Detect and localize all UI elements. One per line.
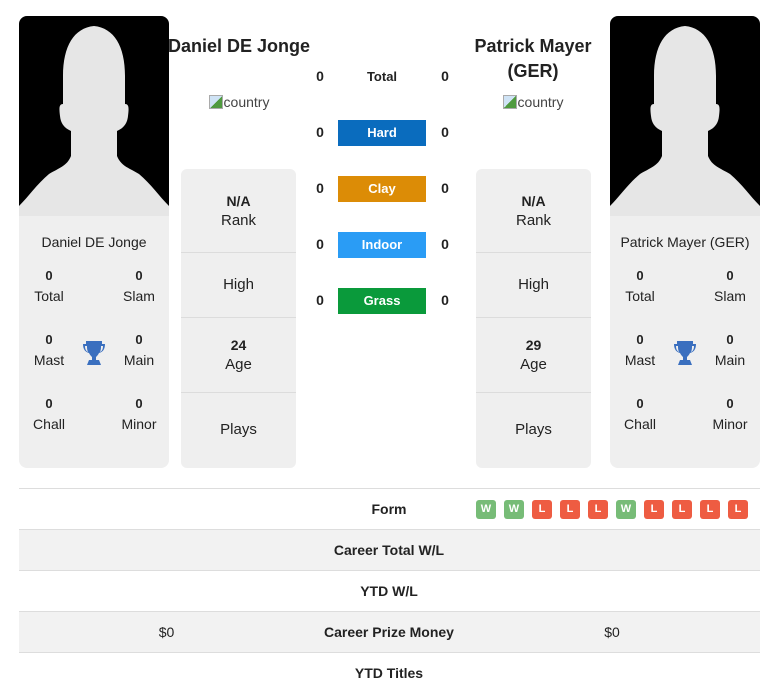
titles-total: 0 Total [625,268,655,304]
high-cell: High [181,253,296,318]
surface-left-value: 0 [316,292,324,308]
titles-mast: 0 Mast [624,332,656,368]
player-card-name: Patrick Mayer (GER) [620,234,750,250]
titles-grid: 0 Total 0 Slam 0 Mast 0 Main 0 Chall 0 Minor [19,262,169,462]
player-info-right: N/A Rank High 29 Age Plays [476,169,591,468]
table-row: Career Total W/L [19,530,760,571]
right-value: $0 [604,624,620,640]
form-result-win: W [504,500,524,519]
surface-row-grass: 0 Grass 0 [310,288,456,314]
surface-left-value: 0 [316,124,324,140]
form-result-loss: L [700,500,720,519]
age-cell: 24 Age [181,318,296,393]
titles-chall: 0 Chall [624,396,656,432]
table-row-form: Form WWLLLWLLLL [19,489,760,530]
titles-total: 0 Total [34,268,64,304]
form-result-win: W [476,500,496,519]
form-result-loss: L [672,500,692,519]
table-row: YTD W/L [19,571,760,612]
form-result-loss: L [728,500,748,519]
surface-badge-hard[interactable]: Hard [338,120,426,146]
surface-right-value: 0 [441,124,449,140]
titles-minor: 0 Minor [121,396,157,432]
surface-badge-indoor[interactable]: Indoor [338,232,426,258]
titles-chall: 0 Chall [33,396,65,432]
surface-left-value: 0 [316,68,324,84]
comparison-table: Form WWLLLWLLLL Career Total W/L YTD W/L… [19,488,760,694]
surface-badge-clay[interactable]: Clay [338,176,426,202]
broken-image-icon [502,95,517,109]
titles-main: 0 Main [714,332,746,368]
surface-right-value: 0 [441,68,449,84]
titles-mast: 0 Mast [33,332,65,368]
form-result-loss: L [588,500,608,519]
age-cell: 29 Age [476,318,591,393]
surface-badge-grass[interactable]: Grass [338,288,426,314]
player-silhouette-icon [610,26,760,216]
surface-row-hard: 0 Hard 0 [310,120,456,146]
form-result-loss: L [560,500,580,519]
player-card-left: Daniel DE Jonge 0 Total 0 Slam 0 Mast 0 Main… [19,16,169,468]
titles-slam: 0 Slam [714,268,746,304]
left-value: $0 [158,624,175,640]
surface-row-total: 0 Total 0 [310,64,456,90]
trophy-icon [673,340,697,366]
surface-left-value: 0 [316,236,324,252]
form-result-loss: L [532,500,552,519]
trophy-icon [82,340,106,366]
country-flag-right: country [458,94,608,110]
form-result-loss: L [644,500,664,519]
titles-grid: 0 Total 0 Slam 0 Mast 0 Main 0 Chall 0 Minor [610,262,760,462]
titles-minor: 0 Minor [712,396,748,432]
rank-cell: N/A Rank [181,169,296,253]
player-card-right: Patrick Mayer (GER) 0 Total 0 Slam 0 Mast 0… [610,16,760,468]
player-info-left: N/A Rank High 24 Age Plays [181,169,296,468]
form-badges: WWLLLWLLLL [476,500,748,519]
broken-image-icon [208,95,223,109]
surface-left-value: 0 [316,180,324,196]
table-row: $0 Career Prize Money $0 [19,612,760,653]
surface-right-value: 0 [441,292,449,308]
player-photo-right [610,16,760,216]
table-row: YTD Titles [19,653,760,694]
form-label: Form [371,501,407,517]
player-photo-left [19,16,169,216]
form-result-win: W [616,500,636,519]
high-cell: High [476,253,591,318]
player-card-name: Daniel DE Jonge [41,234,147,250]
player-silhouette-icon [19,26,169,216]
titles-main: 0 Main [123,332,155,368]
titles-slam: 0 Slam [123,268,155,304]
player-name-right[interactable]: Patrick Mayer (GER) [458,34,608,84]
surface-right-value: 0 [441,236,449,252]
row-label: Career Total W/L [333,542,445,558]
surface-label-total: Total [366,69,398,84]
plays-cell: Plays [220,421,257,438]
surface-right-value: 0 [441,180,449,196]
row-label: YTD W/L [360,583,418,599]
country-flag-left: country [164,94,314,110]
surface-row-clay: 0 Clay 0 [310,176,456,202]
player-name-left[interactable]: Daniel DE Jonge [164,34,314,59]
row-label: Career Prize Money [324,624,454,640]
surface-row-indoor: 0 Indoor 0 [310,232,456,258]
row-label: YTD Titles [354,665,424,681]
rank-cell: N/A Rank [476,169,591,253]
plays-cell: Plays [515,421,552,438]
